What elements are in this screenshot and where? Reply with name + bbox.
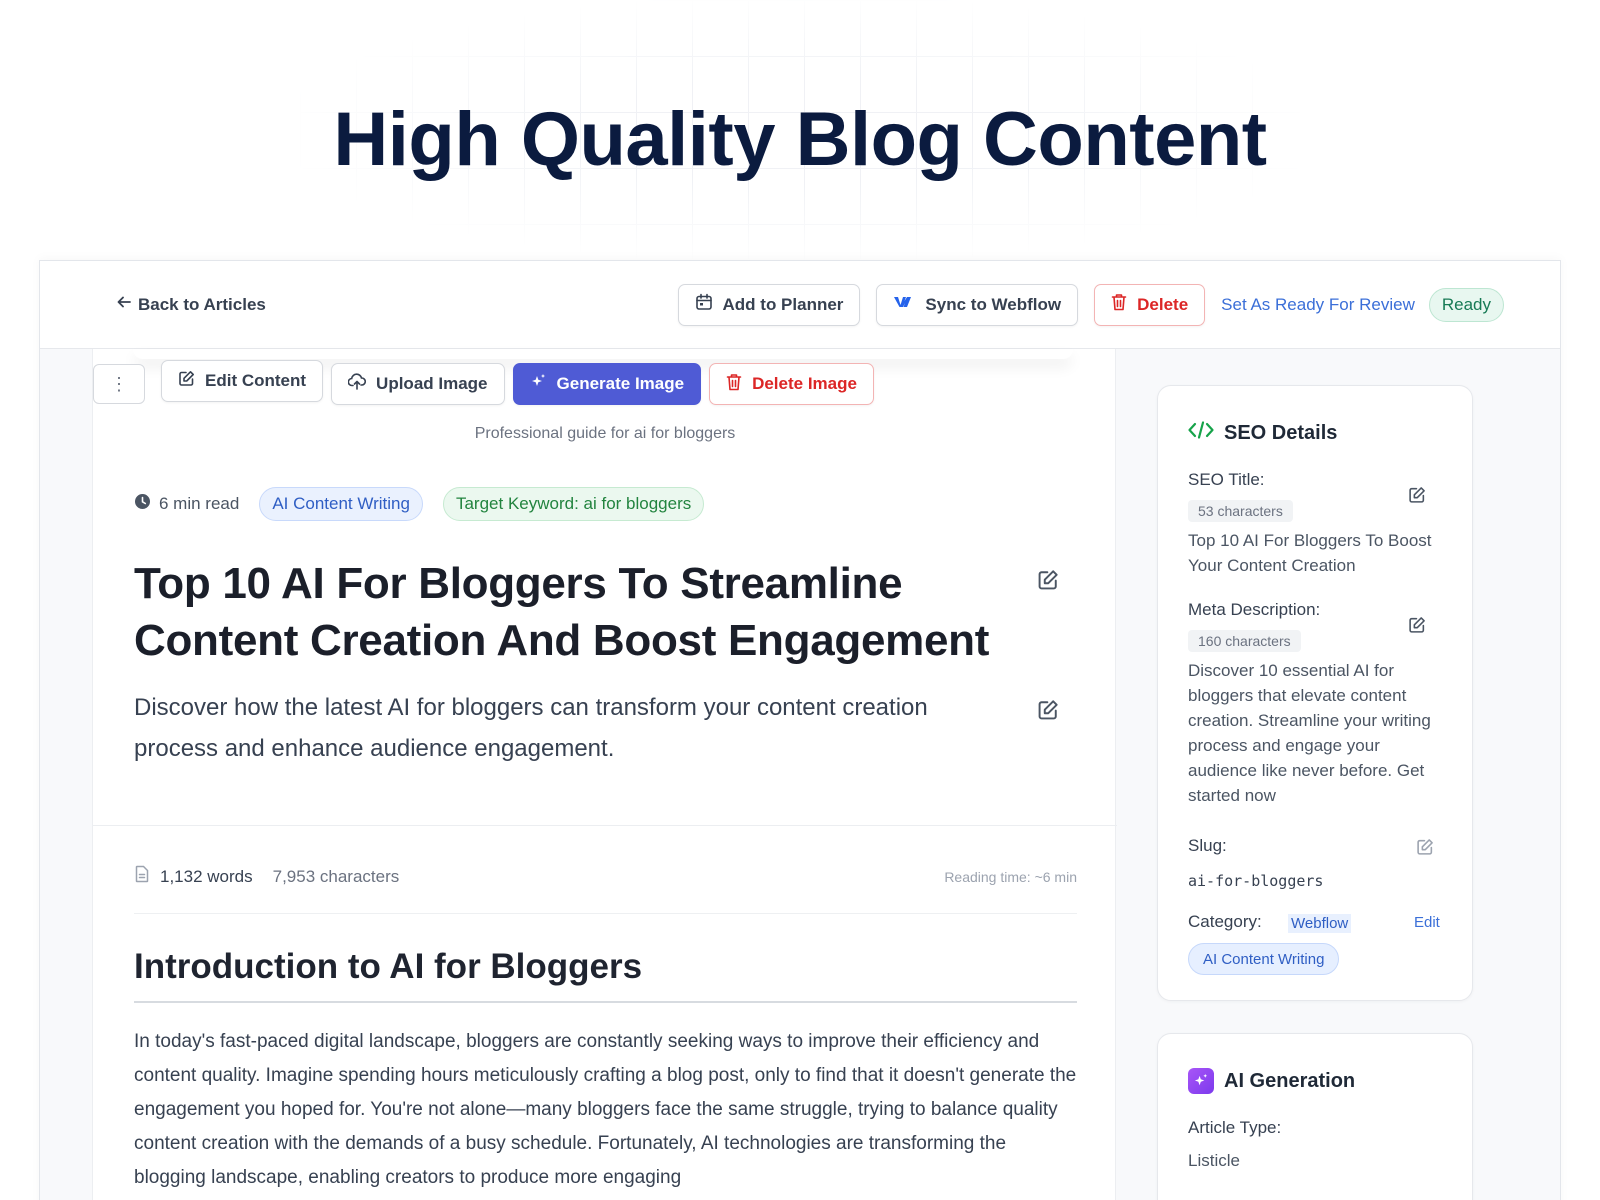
- generate-image-button[interactable]: Generate Image: [512, 363, 702, 405]
- trash-icon: [1111, 293, 1127, 316]
- delete-article-label: Delete: [1137, 294, 1189, 314]
- word-count: 1,132 words: [160, 866, 253, 886]
- cloud-upload-icon: [347, 373, 367, 395]
- seo-details-header: SEO Details: [1188, 420, 1337, 446]
- toolbar-shadow: [133, 349, 1073, 359]
- image-toolbar: ⋮ Edit Content Upload Image Generate Ima…: [93, 360, 882, 405]
- add-to-planner-label: Add to Planner: [722, 294, 844, 314]
- article-description: Discover how the latest AI for bloggers …: [134, 694, 928, 762]
- seo-details-card: SEO Details SEO Title: 53 characters Top…: [1157, 385, 1473, 1001]
- edit-icon: [178, 370, 195, 392]
- meta-description-char-count: 160 characters: [1188, 630, 1301, 652]
- slug-label: Slug:: [1188, 836, 1227, 855]
- section-heading: Introduction to AI for Bloggers: [134, 947, 1077, 1003]
- edit-seo-title-icon[interactable]: [1408, 486, 1426, 509]
- webflow-icon: [893, 294, 915, 315]
- status-badge: Ready: [1428, 287, 1504, 322]
- slug-value: ai-for-bloggers: [1188, 872, 1324, 890]
- set-ready-for-review-link[interactable]: Set As Ready For Review: [1221, 295, 1415, 315]
- code-icon: [1188, 420, 1214, 446]
- trash-icon: [726, 373, 742, 396]
- image-caption: Professional guide for ai for bloggers: [474, 425, 736, 442]
- category-pill: AI Content Writing: [1188, 943, 1340, 975]
- category-label: Category:: [1188, 912, 1262, 931]
- ai-generation-card: AI Generation Article Type: Listicle: [1157, 1033, 1473, 1200]
- section-divider: [93, 825, 1117, 826]
- target-keyword-tag: Target Keyword: ai for bloggers: [442, 487, 705, 521]
- ai-sparkle-icon: [1188, 1068, 1214, 1094]
- calendar-icon: [695, 293, 713, 316]
- category-tag: AI Content Writing: [259, 487, 423, 521]
- article-type-label: Article Type:: [1188, 1118, 1282, 1137]
- edit-category-link[interactable]: Edit: [1414, 914, 1440, 931]
- ai-generation-title: AI Generation: [1224, 1069, 1356, 1092]
- edit-meta-description-icon[interactable]: [1408, 616, 1426, 639]
- category-source: Webflow: [1288, 914, 1352, 933]
- article-editor: ⋮ Edit Content Upload Image Generate Ima…: [92, 349, 1117, 1200]
- edit-title-icon[interactable]: [1037, 569, 1059, 596]
- seo-title-char-count: 53 characters: [1188, 500, 1293, 522]
- character-count: 7,953 characters: [272, 866, 400, 886]
- clock-icon: [134, 493, 151, 515]
- meta-description-label: Meta Description:: [1188, 600, 1321, 619]
- delete-article-button[interactable]: Delete: [1094, 283, 1206, 326]
- content-stats: 1,132 words 7,953 characters Reading tim…: [134, 865, 1077, 888]
- back-to-articles-link[interactable]: Back to Articles: [116, 294, 266, 315]
- delete-image-label: Delete Image: [752, 374, 857, 393]
- seo-title-value: Top 10 AI For Bloggers To Boost Your Con…: [1188, 531, 1432, 575]
- article-body: In today's fast-paced digital landscape,…: [134, 1031, 1077, 1188]
- arrow-left-icon: [116, 294, 132, 315]
- sync-to-webflow-button[interactable]: Sync to Webflow: [876, 283, 1079, 326]
- top-bar: Back to Articles Add to Planner Sync to …: [40, 261, 1560, 349]
- article-title: Top 10 AI For Bloggers To Streamline Con…: [134, 559, 990, 665]
- article-type-value: Listicle: [1188, 1151, 1240, 1170]
- article-meta-row: 6 min read AI Content Writing Target Key…: [134, 487, 705, 521]
- edit-content-button[interactable]: Edit Content: [161, 360, 324, 402]
- read-time: 6 min read: [134, 493, 239, 515]
- upload-image-button[interactable]: Upload Image: [331, 363, 505, 405]
- back-to-articles-label: Back to Articles: [138, 294, 266, 314]
- document-icon: [134, 865, 150, 888]
- generate-image-label: Generate Image: [556, 374, 685, 393]
- sparkles-icon: [530, 373, 547, 395]
- delete-image-button[interactable]: Delete Image: [709, 363, 874, 405]
- meta-description-value: Discover 10 essential AI for bloggers th…: [1188, 661, 1431, 805]
- add-to-planner-button[interactable]: Add to Planner: [677, 283, 861, 326]
- read-time-label: 6 min read: [159, 494, 240, 513]
- app-window: Back to Articles Add to Planner Sync to …: [39, 260, 1561, 1200]
- edit-slug-icon[interactable]: [1416, 838, 1434, 861]
- more-options-button[interactable]: ⋮: [93, 364, 145, 404]
- kebab-menu-icon: ⋮: [110, 373, 128, 394]
- upload-image-label: Upload Image: [376, 374, 488, 393]
- ai-generation-header: AI Generation: [1188, 1068, 1355, 1094]
- edit-description-icon[interactable]: [1037, 699, 1059, 726]
- hero-title: High Quality Blog Content: [333, 97, 1267, 182]
- sync-to-webflow-label: Sync to Webflow: [925, 294, 1062, 314]
- stats-divider: [134, 913, 1077, 914]
- seo-details-title: SEO Details: [1224, 421, 1338, 444]
- edit-content-label: Edit Content: [205, 371, 307, 390]
- seo-title-label: SEO Title:: [1188, 470, 1265, 489]
- reading-time-estimate: Reading time: ~6 min: [944, 868, 1077, 885]
